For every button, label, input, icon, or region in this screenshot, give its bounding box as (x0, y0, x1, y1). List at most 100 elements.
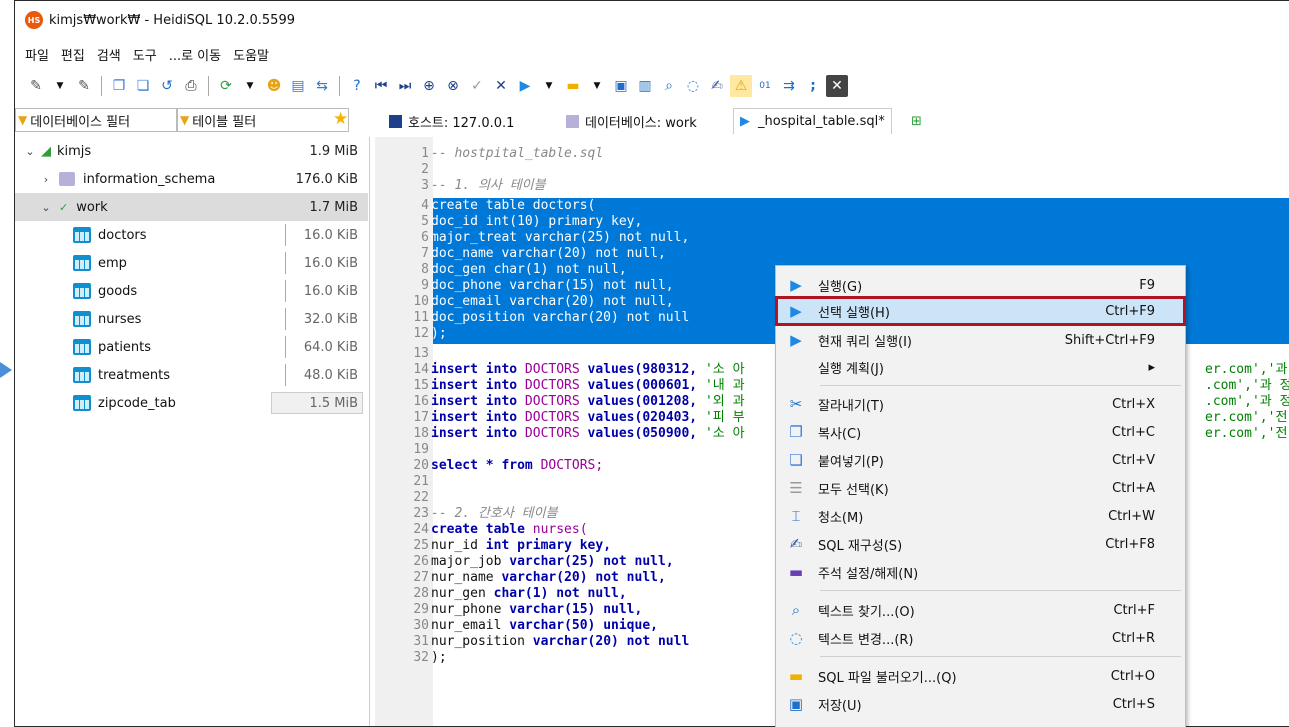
tree-schema-work[interactable]: ⌄ ✓ work 1.7 MiB (15, 193, 368, 221)
menu-tools[interactable]: 도구 (133, 45, 157, 64)
tree-root[interactable]: ⌄ ◢ kimjs 1.9 MiB (15, 137, 368, 165)
warning-icon[interactable]: ⚠ (730, 75, 752, 97)
tree-table[interactable]: emp 16.0 KiB (15, 249, 368, 277)
menu-edit[interactable]: 편집 (61, 45, 85, 64)
menu-help[interactable]: 도움말 (233, 45, 269, 64)
menu-item-find[interactable]: ⌕ 텍스트 찾기...(O) Ctrl+F (776, 596, 1185, 624)
table-filter[interactable]: ▼ 테이블 필터 (177, 108, 349, 132)
menu-item-label: 잘라내기(T) (818, 398, 884, 414)
reformat-icon[interactable]: ✍ (706, 75, 728, 97)
code-text: values(020403, (587, 410, 698, 425)
shortcut-label: Ctrl+O (1110, 668, 1155, 684)
import-icon[interactable]: ▤ (287, 75, 309, 97)
menu-item-save[interactable]: ▣ 저장(U) Ctrl+S (776, 690, 1185, 718)
export-icon[interactable]: ⇆ (311, 75, 333, 97)
save-icon[interactable]: ▣ (610, 75, 632, 97)
code-line: 22 (375, 490, 431, 505)
save-as-icon[interactable]: ▥ (634, 75, 656, 97)
size-bar (285, 224, 286, 246)
search-icon: ⌕ (791, 601, 801, 619)
code-text: insert into (431, 410, 518, 425)
last-icon[interactable]: ⏭ (394, 75, 416, 97)
line-number: 1 (421, 146, 429, 161)
expand-arrow[interactable] (0, 362, 12, 378)
menu-item-label: 주석 설정/해제(N) (818, 566, 919, 582)
tree-table[interactable]: goods 16.0 KiB (15, 277, 368, 305)
code-line: 31 nur_position varchar(20) not null (375, 634, 689, 649)
connect-icon[interactable]: ✎ (25, 75, 47, 97)
menu-item-replace[interactable]: ◌ 텍스트 변경...(R) Ctrl+R (776, 624, 1185, 652)
add-icon[interactable]: ⊕ (418, 75, 440, 97)
binary-icon[interactable]: 01 (754, 75, 776, 97)
menu-item-run-current-query[interactable]: ▶ 현재 쿼리 실행(I) Shift+Ctrl+F9 (776, 326, 1185, 354)
replace-icon[interactable]: ◌ (682, 75, 704, 97)
menu-item-load-sql[interactable]: ▬ SQL 파일 불러오기...(Q) Ctrl+O (776, 662, 1185, 690)
copy-icon[interactable]: ❐ (108, 75, 130, 97)
paste-icon[interactable]: ❏ (132, 75, 154, 97)
run-icon[interactable]: ▶ (514, 75, 536, 97)
dropdown-icon[interactable]: ▼ (49, 75, 71, 97)
menu-item-run[interactable]: ▶ 실행(G) F9 (776, 271, 1185, 299)
menu-item-label: 저장(U) (818, 698, 862, 714)
menu-item-clear[interactable]: ⌶ 청소(M) Ctrl+W (776, 502, 1185, 530)
menu-item-toggle-comment[interactable]: ▬ 주석 설정/해제(N) (776, 558, 1185, 586)
collapse-icon[interactable]: ⌄ (23, 145, 37, 158)
collapse-icon[interactable]: ⌄ (39, 201, 53, 214)
menu-item-explain[interactable]: 실행 계획(J) ▸ (776, 353, 1185, 381)
code-text: -- hostpital_table.sql (431, 146, 604, 161)
dropdown-icon[interactable]: ▼ (586, 75, 608, 97)
menu-item-run-selection[interactable]: ▶ 선택 실행(H) Ctrl+F9 (775, 296, 1186, 326)
tree-table[interactable]: doctors 16.0 KiB (15, 221, 368, 249)
menu-goto[interactable]: ...로 이동 (169, 45, 221, 64)
title-bar: HS kimjs₩work₩ - HeidiSQL 10.2.0.5599 (15, 1, 1289, 39)
tree-table[interactable]: nurses 32.0 KiB (15, 305, 368, 333)
tab-query[interactable]: ▶ _hospital_table.sql* (733, 108, 892, 134)
code-text: DOCTORS (524, 426, 580, 441)
cancel-icon[interactable]: ✕ (490, 75, 512, 97)
dropdown-icon[interactable]: ▼ (239, 75, 261, 97)
menu-search[interactable]: 검색 (97, 45, 121, 64)
dropdown-icon[interactable]: ▼ (538, 75, 560, 97)
post-icon[interactable]: ✓ (466, 75, 488, 97)
users-icon[interactable]: ☻ (263, 75, 285, 97)
close-icon[interactable]: ✕ (826, 75, 848, 97)
menu-item-paste[interactable]: ❏ 붙여넣기(P) Ctrl+V (776, 446, 1185, 474)
help-icon[interactable]: ? (346, 75, 368, 97)
semicolon-icon[interactable]: ; (802, 75, 824, 97)
open-folder-icon[interactable]: ▬ (562, 75, 584, 97)
code-line: 5 doc_id int(10) primary key, (375, 214, 642, 229)
reformat-icon: ✍ (789, 535, 803, 553)
code-line: 17 insert into DOCTORS values(020403, '피 … (375, 410, 744, 425)
code-line: 21 (375, 474, 431, 489)
line-number: 28 (413, 586, 429, 601)
code-line: 24 create table nurses( (375, 522, 587, 537)
menu-item-cut[interactable]: ✂ 잘라내기(T) Ctrl+X (776, 390, 1185, 418)
first-icon[interactable]: ⏮ (370, 75, 392, 97)
print-icon[interactable]: ⎙ (180, 75, 202, 97)
new-query-tab-button[interactable]: ⊞ (905, 108, 928, 134)
tab-database[interactable]: 데이터베이스: work (560, 108, 703, 134)
disconnect-icon[interactable]: ✎ (73, 75, 95, 97)
tree-table[interactable]: treatments 48.0 KiB (15, 361, 368, 389)
menu-file[interactable]: 파일 (25, 45, 49, 64)
favorite-star-icon[interactable]: ★ (333, 109, 348, 129)
find-icon[interactable]: ⌕ (658, 75, 680, 97)
line-number: 6 (421, 230, 429, 245)
code-overflow-text: er.com','전 (1205, 410, 1288, 425)
shortcut-label: Ctrl+R (1111, 630, 1155, 646)
code-text: doc_gen char(1) not null, (431, 262, 627, 277)
menu-item-select-all[interactable]: ☰ 모두 선택(K) Ctrl+A (776, 474, 1185, 502)
wrap-icon[interactable]: ⇉ (778, 75, 800, 97)
undo-icon[interactable]: ↺ (156, 75, 178, 97)
table-label: zipcode_tab (98, 395, 176, 411)
tab-host[interactable]: 호스트: 127.0.0.1 (383, 108, 520, 134)
menu-item-copy[interactable]: ❐ 복사(C) Ctrl+C (776, 418, 1185, 446)
tree-table[interactable]: zipcode_tab 1.5 MiB (15, 389, 368, 417)
tree-table[interactable]: patients 64.0 KiB (15, 333, 368, 361)
database-filter[interactable]: ▼ 데이터베이스 필터 (15, 108, 177, 132)
refresh-icon[interactable]: ⟳ (215, 75, 237, 97)
remove-icon[interactable]: ⊗ (442, 75, 464, 97)
menu-item-reformat[interactable]: ✍ SQL 재구성(S) Ctrl+F8 (776, 530, 1185, 558)
expand-icon[interactable]: › (39, 173, 53, 186)
tree-schema-information[interactable]: › information_schema 176.0 KiB (15, 165, 368, 193)
